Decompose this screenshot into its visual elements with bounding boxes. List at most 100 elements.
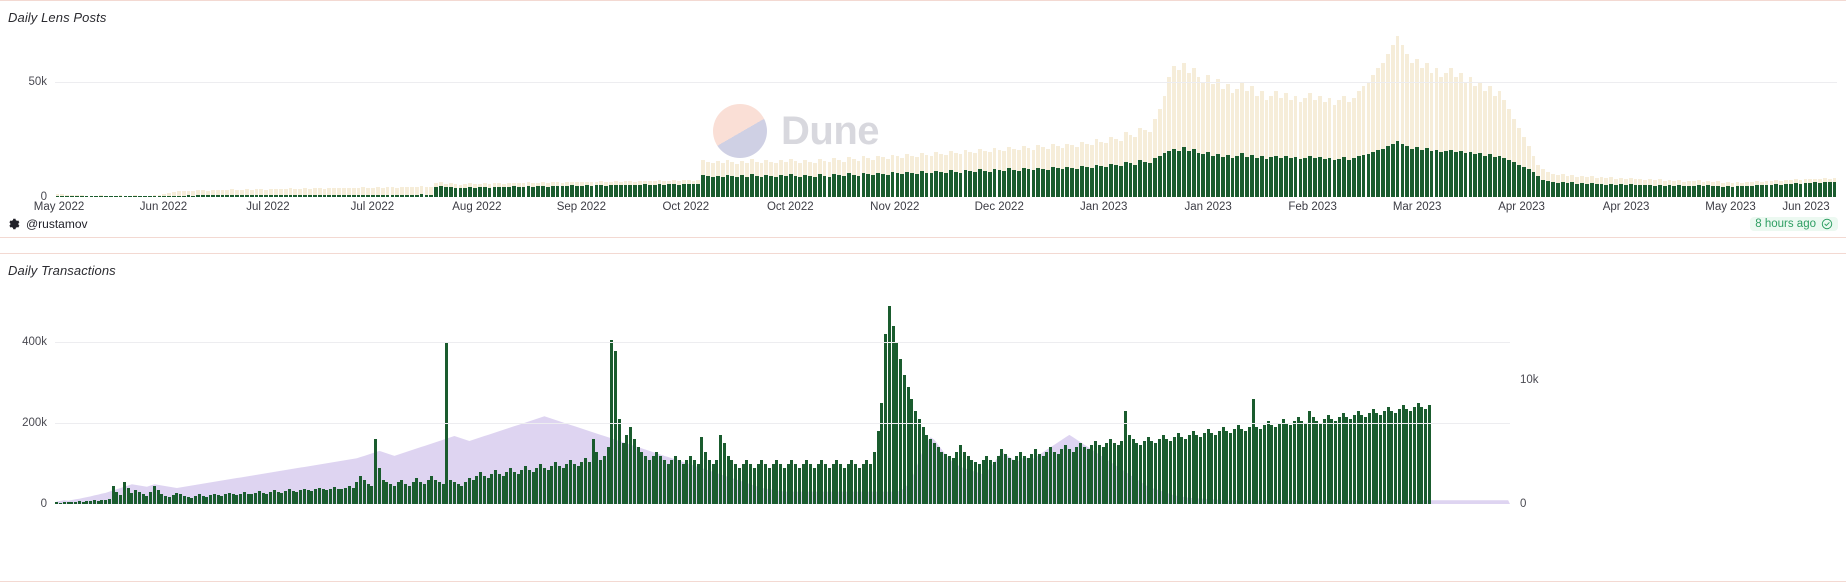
chart-bar <box>1667 185 1672 197</box>
x-axis-tick-label: Feb 2023 <box>1288 201 1337 213</box>
chart-bar <box>201 495 205 504</box>
chart-bar <box>672 183 676 197</box>
footer-refresh-badge-lens[interactable]: 8 hours ago <box>1750 217 1838 231</box>
chart-bar <box>681 184 686 197</box>
chart-panel-lens-posts: Daily Lens Posts Dune 0 50k May 2022 Jun 2… <box>0 0 1846 238</box>
chart-bar <box>521 186 526 197</box>
chart-bar <box>1638 184 1643 197</box>
chart-bar <box>205 496 209 504</box>
chart-bar <box>385 481 389 504</box>
chart-bar <box>1427 405 1431 504</box>
chart-bar <box>1381 148 1385 197</box>
chart-bar <box>1745 185 1750 197</box>
chart-bar <box>769 176 774 197</box>
chart-bar <box>119 495 123 504</box>
chart-bar <box>1735 186 1740 197</box>
chart-bar <box>490 473 494 504</box>
chart-bar <box>628 184 633 197</box>
chart-bar <box>411 481 415 504</box>
chart-bar <box>152 485 156 504</box>
chart-bar <box>1779 184 1784 197</box>
chart-bar <box>1034 449 1038 504</box>
chart-bar <box>1075 447 1079 504</box>
chart-bar <box>749 174 754 197</box>
chart-bar <box>212 493 216 504</box>
chart-bar <box>269 491 273 504</box>
chart-bar <box>617 419 621 504</box>
chart-bar <box>677 459 681 504</box>
chart-bar <box>1429 150 1434 197</box>
chart-bar <box>978 169 982 197</box>
footer-username-lens: @rustamov <box>26 217 88 231</box>
chart-bar <box>1071 451 1075 504</box>
chart-bar <box>629 427 633 504</box>
chart-bar <box>1236 425 1240 504</box>
chart-bar <box>584 185 589 197</box>
chart-bar <box>725 174 730 197</box>
chart-bar <box>977 463 981 504</box>
chart-bar <box>310 491 314 504</box>
chart-bar <box>764 174 769 197</box>
chart-bar <box>569 459 573 504</box>
chart-bar <box>1337 417 1341 504</box>
chart-bar <box>1262 425 1266 504</box>
chart-bar <box>1754 185 1759 197</box>
chart-bar <box>344 487 348 504</box>
chart-bar <box>1165 439 1169 504</box>
chart-bar <box>1240 153 1245 197</box>
chart-bar <box>1099 166 1104 197</box>
chart-bar <box>740 175 744 197</box>
chart-bar <box>1463 153 1468 197</box>
chart-bar <box>1161 435 1165 504</box>
chart-bar <box>816 463 820 504</box>
chart-bar <box>1813 182 1818 197</box>
chart-bar <box>691 184 696 197</box>
chart-bar <box>817 174 822 197</box>
chart-bar <box>1070 167 1075 197</box>
chart-bar <box>835 459 839 504</box>
chart-bar <box>1296 417 1300 504</box>
chart-bar <box>531 186 536 197</box>
chart-bar <box>1497 155 1502 197</box>
chart-bar <box>325 490 329 504</box>
chart-bar <box>231 494 235 504</box>
chart-bar <box>1326 415 1330 504</box>
chart-bar <box>775 459 779 504</box>
chart-bar <box>502 187 507 197</box>
chart-bar <box>501 475 505 504</box>
chart-bar <box>164 495 168 504</box>
chart-bar <box>1565 183 1570 197</box>
chart-bar <box>1832 181 1837 197</box>
chart-bar <box>880 173 885 197</box>
chart-bar <box>520 469 524 504</box>
chart-bar <box>1643 185 1648 197</box>
x-axis-tick-label: Jun 2023 <box>1782 201 1830 213</box>
chart-bar <box>1416 403 1420 504</box>
chart-bar <box>1050 167 1055 197</box>
chart-bar <box>887 306 891 504</box>
chart-bar <box>906 386 910 504</box>
chart-bar <box>820 459 824 504</box>
chart-bar <box>396 481 400 504</box>
chart-bar <box>167 496 171 504</box>
chart-bar <box>1285 423 1289 504</box>
chart-bar <box>473 187 477 197</box>
chart-bar <box>306 490 310 504</box>
chart-bar <box>1580 182 1584 197</box>
chart-bar <box>1060 169 1065 197</box>
chart-bar <box>1084 167 1089 197</box>
chart-bar <box>871 175 876 197</box>
chart-bar <box>1730 186 1735 197</box>
chart-bar <box>764 463 768 504</box>
chart-bar <box>1082 447 1086 504</box>
chart-bar <box>1827 182 1832 197</box>
x-axis-tick-label: Apr 2023 <box>1498 201 1545 213</box>
chart-bar <box>1191 431 1195 504</box>
chart-bar <box>618 185 623 197</box>
chart-bar <box>706 176 710 197</box>
chart-bar <box>857 467 861 504</box>
footer-user-lens[interactable]: @rustamov <box>8 217 88 231</box>
chart-bar <box>1453 152 1458 197</box>
chart-bar <box>929 173 934 197</box>
chart-bar <box>1089 167 1094 197</box>
